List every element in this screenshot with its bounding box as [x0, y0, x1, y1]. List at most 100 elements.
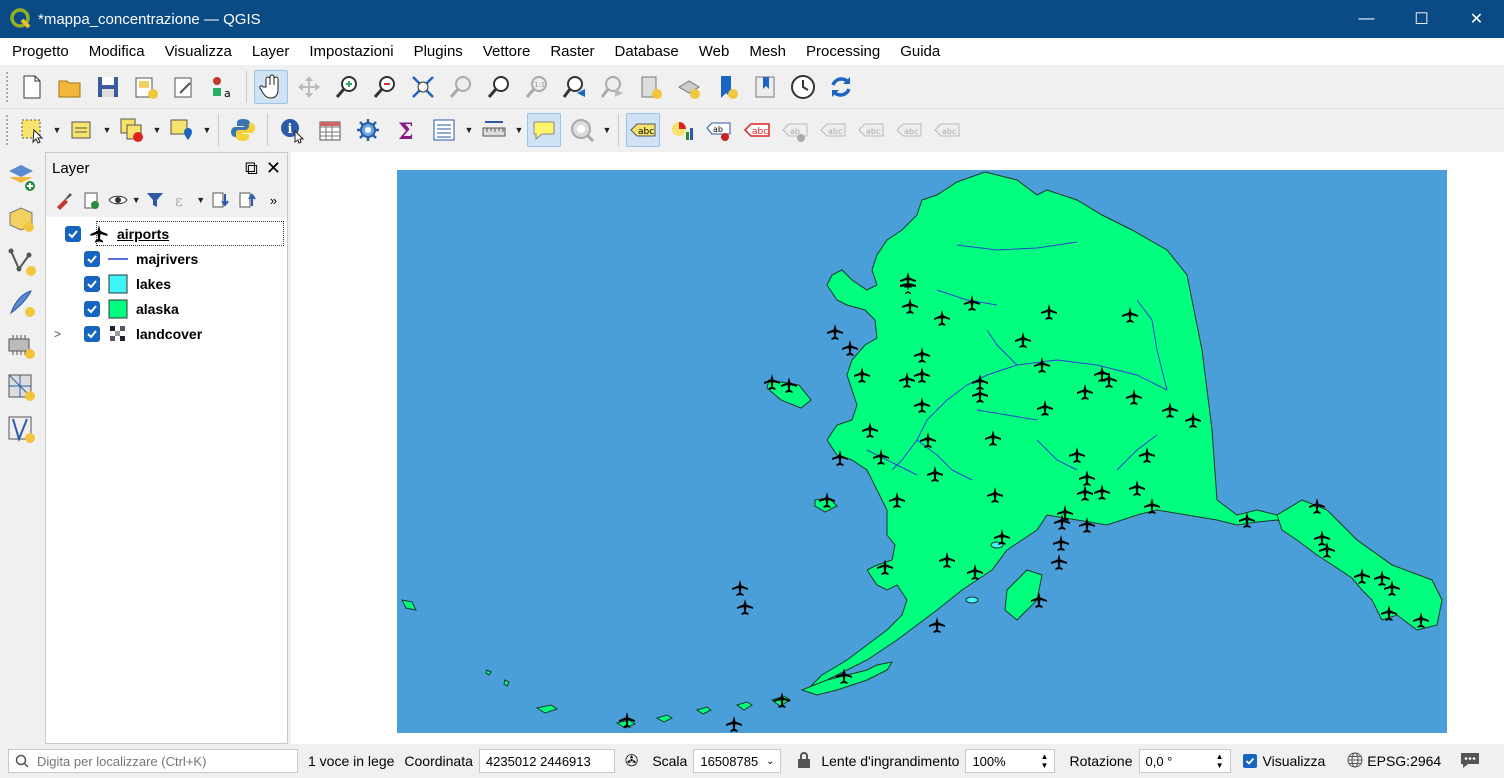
messages-icon[interactable] — [1459, 750, 1481, 773]
select-by-value-icon[interactable] — [65, 113, 99, 147]
spinbox-arrows-icon[interactable]: ▲ ▼ — [1216, 752, 1224, 770]
more-tools-icon[interactable]: » — [263, 188, 284, 212]
style-manager-icon[interactable]: a — [205, 70, 239, 104]
zoom-in-icon[interactable] — [330, 70, 364, 104]
label-toolbar-icon[interactable]: abc — [626, 112, 660, 147]
collapse-all-icon[interactable] — [236, 188, 257, 212]
filter-legend-icon[interactable] — [145, 188, 166, 212]
zoom-next-icon[interactable] — [596, 70, 630, 104]
zoom-to-layer-icon[interactable] — [482, 70, 516, 104]
select-dropdown-chevron[interactable]: ▼ — [51, 125, 63, 135]
menu-layer[interactable]: Layer — [242, 38, 300, 65]
coordinate-field[interactable]: 4235012 2446913 — [478, 749, 615, 773]
undock-panel-icon[interactable]: ⧉ — [245, 158, 258, 179]
maximize-button[interactable]: ☐ — [1394, 0, 1449, 38]
locator-search-input[interactable]: Digita per localizzare (Ctrl+K) — [8, 749, 298, 773]
layer-visibility-checkbox[interactable] — [84, 275, 100, 292]
list-dropdown-chevron[interactable]: ▼ — [463, 125, 475, 135]
refresh-icon[interactable] — [824, 70, 858, 104]
menu-processing[interactable]: Processing — [796, 38, 890, 65]
zoom-native-resolution-icon[interactable]: 1:1 — [520, 70, 554, 104]
toggle-extents-icon[interactable]: ✇ — [625, 751, 638, 771]
new-map-view-icon[interactable] — [634, 70, 668, 104]
show-bookmarks-icon[interactable] — [748, 70, 782, 104]
pan-to-selection-icon[interactable] — [292, 70, 326, 104]
annotation-dropdown-chevron[interactable]: ▼ — [601, 125, 613, 135]
crs-label[interactable]: EPSG:2964 — [1367, 753, 1441, 769]
measure-dropdown-chevron[interactable]: ▼ — [513, 125, 525, 135]
map-canvas[interactable] — [291, 152, 1504, 744]
select-by-value-dropdown-chevron[interactable]: ▼ — [101, 125, 113, 135]
annotation-icon[interactable] — [565, 113, 599, 147]
layer-row-lakes[interactable]: lakes — [46, 271, 287, 296]
menu-database[interactable]: Database — [605, 38, 689, 65]
map-tips-icon[interactable] — [527, 112, 561, 147]
add-group-icon[interactable] — [80, 188, 101, 212]
new-temporary-layer-icon[interactable] — [4, 328, 38, 362]
crs-globe-icon[interactable] — [1347, 752, 1363, 771]
select-by-location-dropdown-chevron[interactable]: ▼ — [201, 125, 213, 135]
menu-modifica[interactable]: Modifica — [79, 38, 155, 65]
identify-features-icon[interactable]: i — [275, 113, 309, 147]
deselect-dropdown-chevron[interactable]: ▼ — [151, 125, 163, 135]
layout-manager-icon[interactable] — [167, 70, 201, 104]
zoom-full-icon[interactable] — [406, 70, 440, 104]
change-label-icon[interactable]: abc — [930, 113, 964, 147]
save-project-icon[interactable] — [91, 70, 125, 104]
map-themes-dropdown-chevron[interactable]: ▼ — [131, 195, 142, 205]
new-project-icon[interactable] — [15, 70, 49, 104]
toolbar-grip[interactable] — [6, 114, 10, 145]
layer-row-alaska[interactable]: alaska — [46, 296, 287, 321]
new-geopackage-layer-icon[interactable] — [4, 202, 38, 236]
highlight-pinned-labels-icon[interactable]: abc — [740, 113, 774, 147]
close-button[interactable]: ✕ — [1449, 0, 1504, 38]
menu-mesh[interactable]: Mesh — [739, 38, 796, 65]
measure-line-icon[interactable] — [477, 113, 511, 147]
spinbox-arrows-icon[interactable]: ▲ ▼ — [1041, 752, 1049, 770]
zoom-to-selection-icon[interactable] — [444, 70, 478, 104]
new-virtual-layer-icon[interactable] — [4, 370, 38, 404]
layer-row-airports[interactable]: airports — [65, 221, 284, 246]
toggle-label-display-icon[interactable]: ab — [778, 113, 812, 147]
menu-progetto[interactable]: Progetto — [2, 38, 79, 65]
map-view[interactable] — [397, 170, 1447, 733]
layer-visibility-checkbox[interactable] — [84, 250, 100, 267]
show-map-tips-list-icon[interactable] — [427, 113, 461, 147]
expand-arrow-icon[interactable]: > — [54, 327, 66, 341]
menu-visualizza[interactable]: Visualizza — [155, 38, 242, 65]
new-3d-view-icon[interactable] — [672, 70, 706, 104]
layer-visibility-checkbox[interactable] — [84, 325, 100, 342]
toolbox-icon[interactable] — [351, 113, 385, 147]
data-source-manager-icon[interactable] — [4, 160, 38, 194]
new-bookmark-icon[interactable] — [710, 70, 744, 104]
zoom-out-icon[interactable] — [368, 70, 402, 104]
menu-guida[interactable]: Guida — [890, 38, 950, 65]
new-mesh-layer-icon[interactable] — [4, 412, 38, 446]
diagram-icon[interactable] — [664, 113, 698, 147]
pin-labels-icon[interactable]: ab — [702, 113, 736, 147]
menu-web[interactable]: Web — [689, 38, 740, 65]
open-attribute-table-icon[interactable] — [313, 113, 347, 147]
layer-visibility-checkbox[interactable] — [84, 300, 100, 317]
toolbar-grip[interactable] — [6, 72, 10, 102]
statistical-summary-icon[interactable]: Σ — [389, 113, 423, 147]
new-shapefile-layer-icon[interactable] — [4, 244, 38, 278]
rotate-label-icon[interactable]: abc — [892, 113, 926, 147]
new-print-layout-icon[interactable] — [129, 70, 163, 104]
zoom-last-icon[interactable] — [558, 70, 592, 104]
move-label-icon[interactable]: abc — [854, 113, 888, 147]
lock-scale-icon[interactable] — [797, 751, 811, 771]
show-hide-labels-icon[interactable]: abc — [816, 113, 850, 147]
deselect-features-icon[interactable] — [115, 113, 149, 147]
new-spatialite-layer-icon[interactable] — [4, 286, 38, 320]
menu-plugins[interactable]: Plugins — [404, 38, 473, 65]
menu-impostazioni[interactable]: Impostazioni — [299, 38, 403, 65]
filter-dropdown-chevron[interactable]: ▼ — [196, 195, 207, 205]
menu-raster[interactable]: Raster — [540, 38, 604, 65]
manage-map-themes-icon[interactable] — [107, 188, 128, 212]
layer-row-majrivers[interactable]: majrivers — [46, 246, 287, 271]
layer-visibility-checkbox[interactable] — [65, 225, 81, 242]
minimize-button[interactable]: — — [1339, 0, 1394, 38]
expand-all-icon[interactable] — [209, 188, 230, 212]
open-project-icon[interactable] — [53, 70, 87, 104]
